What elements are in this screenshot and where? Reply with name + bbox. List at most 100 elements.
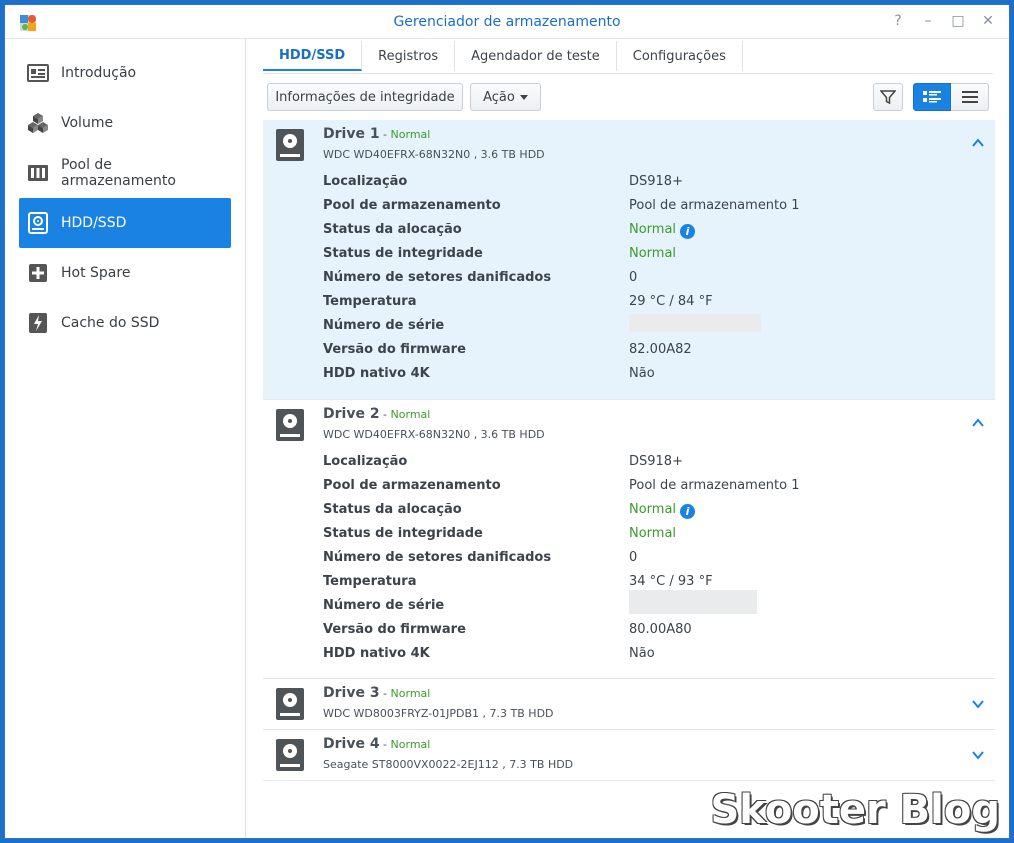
prop-row: Versão do firmware 82.00A82 [323,342,963,362]
prop-label: HDD nativo 4K [323,646,430,661]
allocation-status-value: Normal [629,502,677,517]
drive-separator: - [379,738,391,751]
maximize-icon[interactable]: □ [951,13,965,29]
serial-redacted [629,314,761,332]
drive-title: Drive 4 - Normal [323,736,430,752]
sidebar-item-label: Cache do SSD [61,315,160,331]
drive-name: Drive 1 [323,126,380,142]
prop-label: Status de integridade [323,246,483,261]
sidebar-item-hot-spare[interactable]: Hot Spare [19,248,231,298]
drive-model: Seagate ST8000VX0022-2EJ112 , 7.3 TB HDD [323,758,574,771]
drive-row-4[interactable]: Drive 4 - Normal Seagate ST8000VX0022-2E… [263,730,995,781]
prop-row: Versão do firmware 80.00A80 [323,622,963,642]
prop-row: Status de integridade Normal [323,526,963,546]
detail-view-button[interactable] [913,83,951,111]
tab-registros[interactable]: Registros [362,41,456,71]
prop-row: HDD nativo 4K Não [323,646,963,666]
sidebar-item-label: Introdução [61,65,137,81]
chevron-down-icon[interactable] [971,748,985,762]
sidebar-item-label: Hot Spare [61,265,131,281]
chevron-up-icon[interactable] [971,136,985,150]
drive-name: Drive 3 [323,685,380,701]
prop-row: Pool de armazenamento Pool de armazenamen… [323,198,963,218]
drive-status: Normal [390,408,431,421]
tab-bar: HDD/SSD Registros Agendador de teste Con… [263,39,743,73]
ssd-cache-bolt-icon [27,312,49,334]
hdd-icon [27,212,49,234]
prop-label: Status da alocação [323,502,462,517]
sidebar-item-ssd-cache[interactable]: Cache do SSD [19,298,231,348]
sidebar-item-volume[interactable]: Volume [19,98,231,148]
list-view-button[interactable] [951,83,989,111]
tabs-divider [263,73,993,74]
close-icon[interactable]: ✕ [981,13,995,29]
prop-value: Pool de armazenamento 1 [629,478,800,493]
prop-row: Temperatura 29 °C / 84 °F [323,294,963,314]
prop-label: Número de setores danificados [323,270,552,285]
drive-row-2[interactable]: Drive 2 - Normal WDC WD40EFRX-68N32N0 , … [263,400,995,679]
prop-label: Número de série [323,318,445,333]
health-info-button[interactable]: Informações de integridade [267,83,463,111]
chevron-up-icon[interactable] [971,416,985,430]
prop-label: Temperatura [323,294,417,309]
drive-row-3[interactable]: Drive 3 - Normal WDC WD8003FRYZ-01JPDB1 … [263,679,995,730]
tab-hdd-ssd[interactable]: HDD/SSD [263,41,363,71]
prop-label: Status da alocação [323,222,462,237]
tab-agendador[interactable]: Agendador de teste [455,41,617,71]
prop-label: Versão do firmware [323,622,466,637]
drive-name: Drive 2 [323,406,380,422]
sidebar-item-label: HDD/SSD [61,215,127,231]
prop-row: Status da alocação Normal i [323,502,963,522]
prop-label: Número de série [323,598,445,613]
overview-icon [27,62,49,84]
prop-row: Pool de armazenamento Pool de armazenamen… [323,478,963,498]
minimize-icon[interactable]: – [921,13,935,29]
prop-value: Normal [629,526,677,541]
detail-list-icon [923,91,941,103]
sidebar-item-pool[interactable]: Pool de armazenamento [19,148,231,198]
hdd-icon [276,409,304,441]
filter-icon [880,90,896,105]
storage-manager-window: Gerenciador de armazenamento ? – □ ✕ Int… [4,4,1010,839]
prop-row: Localização DS918+ [323,174,963,194]
sidebar-item-hdd-ssd[interactable]: HDD/SSD [19,198,231,248]
filter-button[interactable] [873,83,903,111]
drive-title: Drive 1 - Normal [323,126,430,142]
prop-value: Não [629,366,655,381]
drive-status: Normal [390,687,431,700]
prop-value: DS918+ [629,454,683,469]
view-toggle [913,83,989,111]
hdd-icon [276,688,304,720]
drive-status: Normal [390,128,431,141]
chevron-down-icon[interactable] [971,697,985,711]
sidebar: Introdução Volume Pool de armazenamento … [5,39,246,838]
title-bar[interactable]: Gerenciador de armazenamento ? – □ ✕ [5,5,1009,39]
drive-row-1[interactable]: Drive 1 - Normal WDC WD40EFRX-68N32N0 , … [263,120,995,400]
watermark-logo: Skooter Blog [710,787,1000,833]
action-dropdown-button[interactable]: Ação [470,83,541,111]
sidebar-item-label: Pool de armazenamento [61,157,176,189]
prop-value: DS918+ [629,174,683,189]
sidebar-item-introducao[interactable]: Introdução [19,48,231,98]
prop-label: Número de setores danificados [323,550,552,565]
prop-value: 34 °C / 93 °F [629,574,713,589]
window-title: Gerenciador de armazenamento [393,14,621,30]
hdd-icon [276,739,304,771]
info-icon[interactable]: i [680,504,696,519]
prop-label: Pool de armazenamento [323,478,501,493]
storage-pool-icon [27,162,49,184]
hot-spare-plus-icon [27,262,49,284]
drive-separator: - [379,128,391,141]
hdd-icon [276,129,304,161]
info-icon[interactable]: i [680,224,696,239]
prop-row: Status de integridade Normal [323,246,963,266]
prop-row: Número de setores danificados 0 [323,270,963,290]
tab-configuracoes[interactable]: Configurações [617,41,743,71]
sidebar-item-label: Volume [61,115,114,131]
prop-label: Versão do firmware [323,342,466,357]
help-icon[interactable]: ? [891,13,905,29]
volume-cubes-icon [27,112,49,134]
drive-model: WDC WD8003FRYZ-01JPDB1 , 7.3 TB HDD [323,707,554,720]
drive-status: Normal [390,738,431,751]
prop-label: Pool de armazenamento [323,198,501,213]
